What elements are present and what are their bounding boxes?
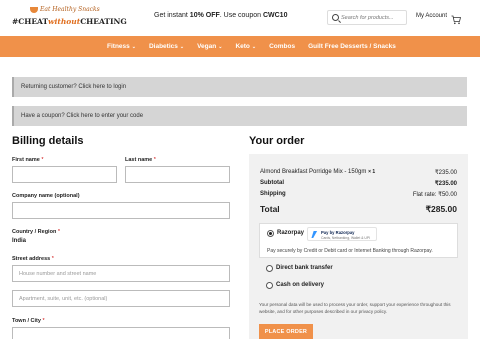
nav-item-vegan[interactable]: Vegan ⌄ bbox=[197, 43, 222, 50]
total-value: ₹285.00 bbox=[425, 204, 457, 214]
street-address-label: Street address * bbox=[12, 256, 54, 262]
country-label: Country / Region * bbox=[12, 229, 60, 235]
city-field[interactable] bbox=[12, 327, 230, 339]
returning-customer-notice[interactable]: Returning customer? Click here to login bbox=[12, 77, 467, 97]
chevron-down-icon: ⌄ bbox=[251, 44, 257, 50]
company-label: Company name (optional) bbox=[12, 193, 80, 199]
cart-icon[interactable] bbox=[451, 12, 462, 25]
first-name-label: First name * bbox=[12, 157, 44, 163]
first-name-field[interactable] bbox=[12, 166, 117, 183]
razorpay-radio[interactable] bbox=[267, 230, 274, 237]
last-name-label: Last name * bbox=[125, 157, 156, 163]
promo-banner: Get instant 10% OFF. Use coupon CWC10 bbox=[154, 12, 288, 19]
last-name-field[interactable] bbox=[125, 166, 230, 183]
site-logo[interactable]: Eat Healthy Snacks #CHEATwithoutCHEATING bbox=[12, 6, 127, 32]
razorpay-badge-sub: Cards, Netbanking, Wallet & UPI bbox=[321, 235, 371, 240]
order-title: Your order bbox=[249, 135, 305, 147]
my-account-link[interactable]: My Account bbox=[416, 13, 447, 19]
bowl-icon bbox=[30, 6, 38, 13]
razorpay-description: Pay securely by Credit or Debit card or … bbox=[267, 248, 433, 254]
razorpay-badge-title: Pay by Razorpay bbox=[321, 230, 355, 235]
order-item-name: Almond Breakfast Porridge Mix - 150gm bbox=[260, 169, 367, 175]
nav-item-diabetics[interactable]: Diabetics ⌄ bbox=[149, 43, 184, 50]
nav-item-combos[interactable]: Combos bbox=[269, 43, 295, 50]
shipping-row: Shipping Flat rate: ₹50.00 bbox=[260, 191, 457, 198]
company-field[interactable] bbox=[12, 202, 230, 219]
order-item-price: ₹235.00 bbox=[434, 170, 457, 176]
razorpay-option[interactable]: Razorpay Pay by Razorpay Cards, Netbanki… bbox=[259, 223, 458, 258]
billing-title: Billing details bbox=[12, 135, 84, 147]
chevron-down-icon: ⌄ bbox=[131, 44, 136, 50]
subtotal-row: Subtotal ₹235.00 bbox=[260, 180, 457, 187]
city-label: Town / City * bbox=[12, 318, 45, 324]
bank-transfer-radio[interactable] bbox=[266, 265, 273, 272]
razorpay-logo-icon bbox=[311, 231, 318, 238]
razorpay-label: Razorpay bbox=[277, 230, 305, 236]
privacy-notice: Your personal data will be used to proce… bbox=[259, 302, 451, 314]
chevron-down-icon: ⌄ bbox=[179, 44, 185, 50]
street-address-field[interactable] bbox=[12, 265, 230, 282]
logo-tagline: Eat Healthy Snacks bbox=[30, 6, 100, 13]
coupon-notice[interactable]: Have a coupon? Click here to enter your … bbox=[12, 106, 467, 126]
total-label: Total bbox=[260, 204, 280, 214]
razorpay-badge: Pay by Razorpay Cards, Netbanking, Walle… bbox=[307, 227, 377, 241]
cod-radio[interactable] bbox=[266, 282, 273, 289]
search-icon[interactable] bbox=[332, 14, 339, 21]
logo-wordmark: #CHEATwithoutCHEATING bbox=[12, 17, 127, 26]
order-item-row: Almond Breakfast Porridge Mix - 150gm × … bbox=[260, 169, 457, 176]
bank-transfer-label[interactable]: Direct bank transfer bbox=[276, 265, 333, 271]
nav-item-keto[interactable]: Keto ⌄ bbox=[235, 43, 256, 50]
shipping-value: Flat rate: ₹50.00 bbox=[412, 192, 457, 198]
chevron-down-icon: ⌄ bbox=[218, 44, 223, 50]
subtotal-value: ₹235.00 bbox=[434, 181, 457, 187]
main-nav: Fitness ⌄ Diabetics ⌄ Vegan ⌄ Keto ⌄ Combos … bbox=[0, 36, 480, 57]
order-review: Almond Breakfast Porridge Mix - 150gm × … bbox=[249, 154, 468, 339]
country-value[interactable]: India bbox=[12, 238, 26, 244]
place-order-button[interactable]: PLACE ORDER bbox=[259, 324, 313, 339]
shipping-label: Shipping bbox=[260, 191, 286, 197]
order-item-qty: × 1 bbox=[368, 169, 376, 175]
nav-item-guilt-free[interactable]: Guilt Free Desserts / Snacks bbox=[308, 43, 396, 50]
site-header: Eat Healthy Snacks #CHEATwithoutCHEATING… bbox=[0, 0, 480, 36]
subtotal-label: Subtotal bbox=[260, 180, 284, 186]
nav-item-fitness[interactable]: Fitness ⌄ bbox=[107, 43, 136, 50]
cod-label[interactable]: Cash on delivery bbox=[276, 282, 324, 288]
search-input[interactable] bbox=[341, 13, 405, 23]
total-row: Total ₹285.00 bbox=[260, 204, 457, 214]
apartment-field[interactable] bbox=[12, 290, 230, 307]
search-box[interactable] bbox=[327, 10, 407, 25]
